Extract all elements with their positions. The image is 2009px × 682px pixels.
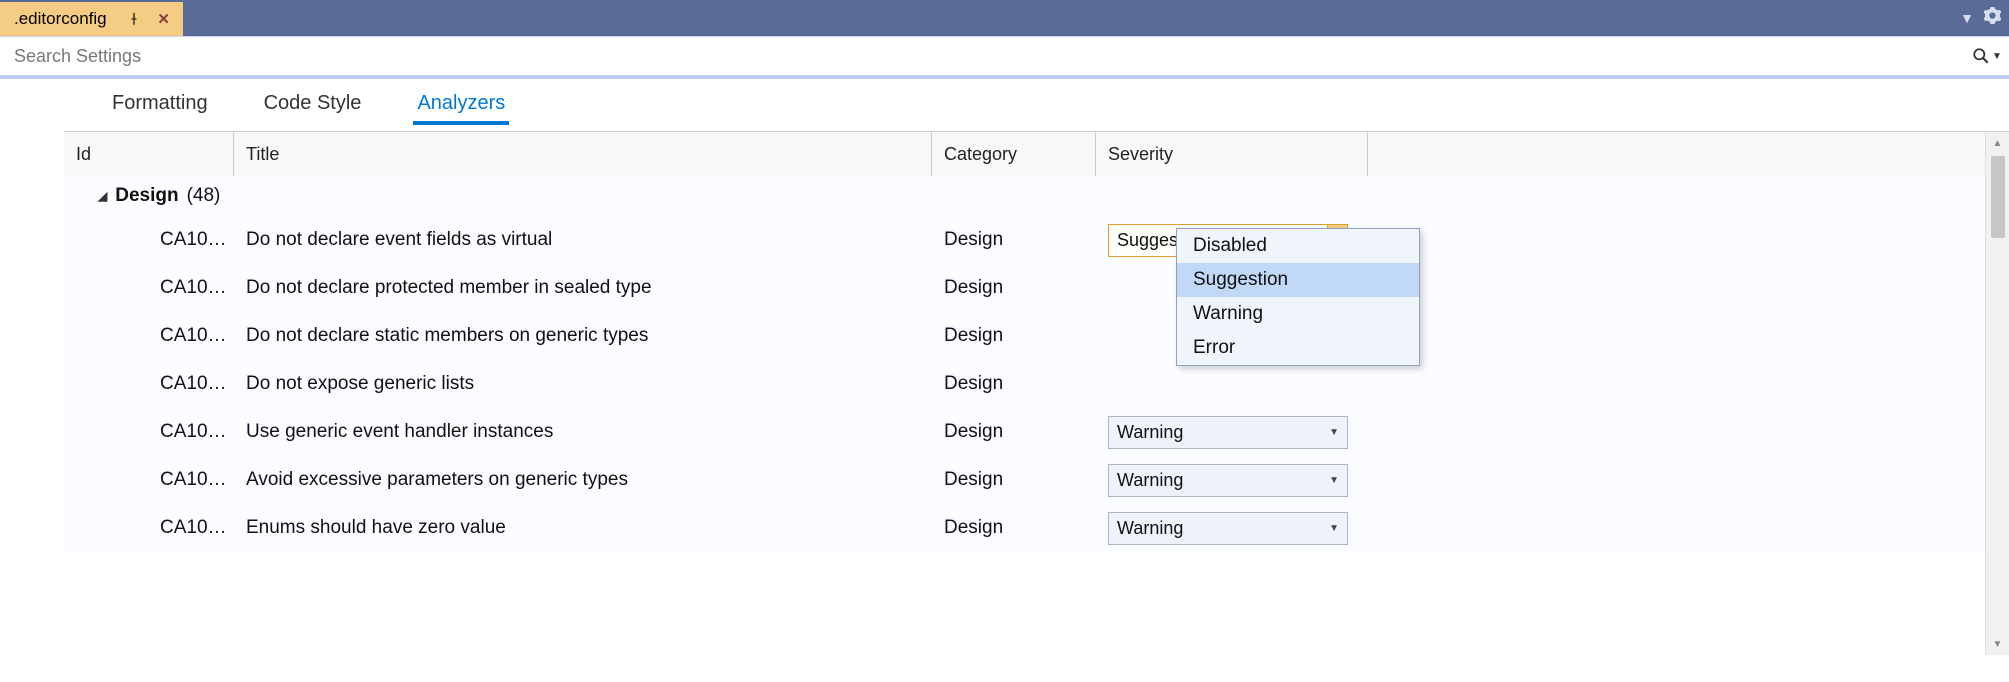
scroll-down-icon[interactable]: ▼ (1986, 633, 2009, 655)
cell-id: CA10… (64, 325, 234, 347)
column-header-severity[interactable]: Severity (1096, 132, 1368, 176)
severity-combobox[interactable]: Warning ▼ (1108, 416, 1348, 449)
cell-category: Design (932, 277, 1096, 299)
analyzers-grid: Id Title Category Severity ◢ Design (48) C… (64, 131, 2009, 655)
search-button[interactable]: ▼ (1965, 37, 2009, 75)
search-icon (1972, 47, 1990, 65)
analyzer-row[interactable]: CA10…Enums should have zero valueDesign W… (64, 504, 1985, 552)
chevron-down-icon: ▼ (1329, 523, 1339, 534)
chevron-down-icon: ▼ (1329, 427, 1339, 438)
analyzer-row[interactable]: CA10…Do not expose generic listsDesign (64, 360, 1985, 408)
scroll-thumb[interactable] (1991, 156, 2005, 238)
severity-value: Warning (1117, 470, 1183, 491)
file-tab-editorconfig[interactable]: .editorconfig ✕ (0, 2, 183, 36)
cell-category: Design (932, 373, 1096, 395)
column-header-id[interactable]: Id (64, 132, 234, 176)
document-tab-well: .editorconfig ✕ (0, 0, 183, 36)
severity-option[interactable]: Warning (1177, 297, 1419, 331)
cell-title: Do not expose generic lists (234, 373, 932, 395)
titlebar-right: ▼ (1960, 0, 2001, 36)
cell-id: CA10… (64, 517, 234, 539)
file-tab-label: .editorconfig (14, 9, 113, 29)
cell-title: Avoid excessive parameters on generic ty… (234, 469, 932, 491)
group-count: (48) (187, 185, 221, 207)
analyzer-row[interactable]: CA10…Use generic event handler instances… (64, 408, 1985, 456)
settings-tabs: Formatting Code Style Analyzers (64, 79, 2009, 125)
close-icon[interactable]: ✕ (155, 10, 173, 28)
cell-category: Design (932, 517, 1096, 539)
severity-dropdown-panel: DisabledSuggestionWarningError (1176, 228, 1420, 366)
cell-title: Do not declare event fields as virtual (234, 229, 932, 251)
cell-id: CA10… (64, 277, 234, 299)
cell-id: CA10… (64, 229, 234, 251)
cell-severity: Warning ▼ (1096, 512, 1368, 545)
cell-title: Enums should have zero value (234, 517, 932, 539)
analyzer-row[interactable]: CA10…Do not declare static members on ge… (64, 312, 1985, 360)
cell-title: Do not declare protected member in seale… (234, 277, 932, 299)
cell-severity: Warning ▼ (1096, 416, 1368, 449)
analyzer-row[interactable]: CA10…Do not declare protected member in … (64, 264, 1985, 312)
tab-formatting[interactable]: Formatting (84, 82, 236, 125)
group-name: Design (115, 185, 178, 207)
tab-analyzers[interactable]: Analyzers (389, 82, 533, 125)
search-bar: ▼ (0, 36, 2009, 76)
chevron-down-icon: ▼ (1992, 51, 2002, 62)
cell-category: Design (932, 325, 1096, 347)
cell-category: Design (932, 469, 1096, 491)
cell-category: Design (932, 421, 1096, 443)
search-input[interactable] (0, 37, 1965, 75)
column-header-category[interactable]: Category (932, 132, 1096, 176)
column-header-spacer (1368, 132, 1985, 176)
content-area: Formatting Code Style Analyzers Id Title… (0, 76, 2009, 679)
cell-title: Use generic event handler instances (234, 421, 932, 443)
cell-severity: Warning ▼ (1096, 464, 1368, 497)
severity-combobox[interactable]: Warning ▼ (1108, 512, 1348, 545)
pin-icon[interactable] (125, 10, 143, 28)
gear-icon[interactable] (1984, 7, 2001, 29)
grid-header-row: Id Title Category Severity (64, 132, 1985, 176)
analyzer-row[interactable]: CA10…Avoid excessive parameters on gener… (64, 456, 1985, 504)
severity-option[interactable]: Suggestion (1177, 263, 1419, 297)
cell-id: CA10… (64, 373, 234, 395)
cell-id: CA10… (64, 469, 234, 491)
severity-value: Warning (1117, 422, 1183, 443)
column-header-title[interactable]: Title (234, 132, 932, 176)
severity-option[interactable]: Disabled (1177, 229, 1419, 263)
window-dropdown-icon[interactable]: ▼ (1960, 10, 1974, 26)
severity-value: Warning (1117, 518, 1183, 539)
cell-category: Design (932, 229, 1096, 251)
tab-code-style[interactable]: Code Style (236, 82, 390, 125)
cell-title: Do not declare static members on generic… (234, 325, 932, 347)
analyzer-row[interactable]: CA10…Do not declare event fields as virt… (64, 216, 1985, 264)
cell-id: CA10… (64, 421, 234, 443)
severity-combobox[interactable]: Warning ▼ (1108, 464, 1348, 497)
severity-option[interactable]: Error (1177, 331, 1419, 365)
expand-collapse-icon: ◢ (98, 189, 107, 203)
titlebar: .editorconfig ✕ ▼ (0, 0, 2009, 36)
chevron-down-icon: ▼ (1329, 475, 1339, 486)
group-row-design[interactable]: ◢ Design (48) (64, 176, 1985, 216)
scroll-up-icon[interactable]: ▲ (1986, 132, 2009, 154)
vertical-scrollbar[interactable]: ▲ ▼ (1985, 132, 2009, 655)
